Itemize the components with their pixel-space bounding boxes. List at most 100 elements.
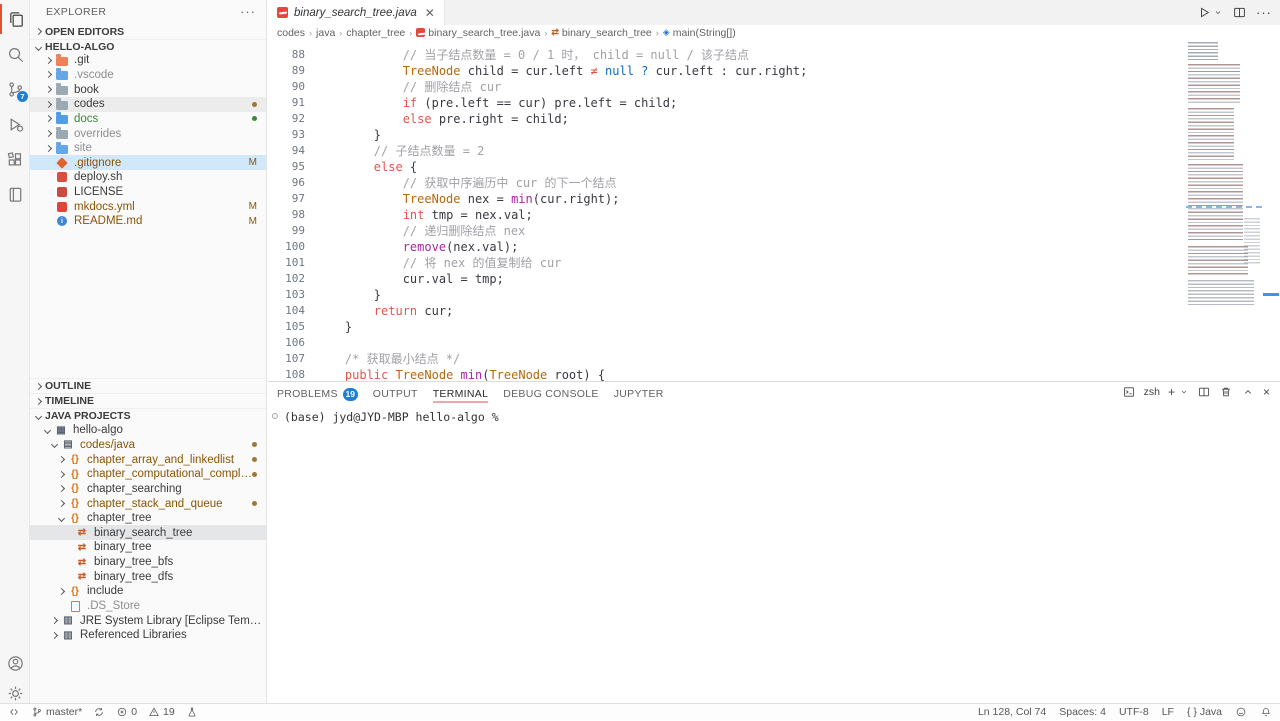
kill-terminal-icon[interactable]	[1219, 385, 1233, 399]
sidebar-title-row: EXPLORER ···	[30, 0, 266, 23]
activity-bar-source-control[interactable]: 7	[0, 74, 30, 104]
section-java-projects[interactable]: JAVA PROJECTS	[30, 408, 266, 423]
panel-tab-label: JUPYTER	[614, 388, 664, 400]
status-feedback[interactable]	[1235, 704, 1247, 721]
panel-tab-output[interactable]: OUTPUT	[373, 385, 418, 403]
tree-item-label: .DS_Store	[87, 600, 140, 612]
warning-icon	[148, 706, 160, 718]
code-line-98: 98 int tmp = nex.val;	[268, 191, 1186, 207]
status-errors[interactable]: 0	[116, 704, 137, 721]
folder-icon	[55, 112, 69, 125]
section-root-folder[interactable]: HELLO-ALGO	[30, 39, 266, 54]
code-area[interactable]: 88 // 当子结点数量 = 0 / 1 时， child = null / 该…	[268, 40, 1186, 381]
minimap[interactable]	[1186, 40, 1262, 381]
tree-item-chapter-tree[interactable]: {}chapter_tree	[30, 511, 266, 526]
shell-name[interactable]: zsh	[1144, 386, 1160, 398]
terminal[interactable]: (base) jyd@JYD-MBP hello-algo %	[272, 410, 1280, 703]
tree-item-include[interactable]: {}include	[30, 584, 266, 599]
activity-bar-run-and-debug[interactable]	[0, 109, 30, 139]
status-cursor-position[interactable]: Ln 128, Col 74	[978, 704, 1046, 721]
chevron-icon	[58, 471, 65, 478]
new-terminal-icon[interactable]: +	[1168, 386, 1175, 398]
status-remote[interactable]	[8, 704, 20, 721]
breadcrumb-item[interactable]: binary_search_tree.java	[416, 27, 540, 39]
status-indentation[interactable]: Spaces: 4	[1059, 704, 1106, 721]
terminal-prompt: (base) jyd@JYD-MBP hello-algo %	[272, 410, 1280, 424]
panel-tab-debug-console[interactable]: DEBUG CONSOLE	[503, 385, 599, 403]
activity-bar-search[interactable]	[0, 39, 30, 69]
editor-actions: ···	[1197, 0, 1272, 25]
split-editor-icon[interactable]	[1232, 5, 1247, 20]
panel-tab-label: OUTPUT	[373, 388, 418, 400]
tree-item--vscode[interactable]: .vscode	[30, 68, 266, 83]
tree-item-site[interactable]: site	[30, 141, 266, 156]
status-git-branch[interactable]: master*	[31, 704, 82, 721]
tree-item-docs[interactable]: docs	[30, 112, 266, 127]
breadcrumb-item[interactable]: ◈main(String[])	[663, 27, 736, 39]
tree-item-binary-tree[interactable]: ⇄binary_tree	[30, 540, 266, 555]
status-eol[interactable]: LF	[1162, 704, 1174, 721]
overview-ruler[interactable]	[1262, 40, 1280, 381]
status-tests[interactable]	[186, 704, 198, 721]
panel-actions: zsh + ×	[1122, 385, 1270, 399]
tree-item-chapter-array-and-linkedlist[interactable]: {}chapter_array_and_linkedlist	[30, 452, 266, 467]
tree-item-binary-search-tree[interactable]: ⇄binary_search_tree	[30, 525, 266, 540]
breadcrumb-item[interactable]: codes	[277, 27, 305, 39]
activity-bar-notebook[interactable]	[0, 179, 30, 209]
tree-item--ds-store[interactable]: .DS_Store	[30, 599, 266, 614]
tree-item-deploy-sh[interactable]: deploy.sh	[30, 170, 266, 185]
status-warnings[interactable]: 19	[148, 704, 175, 721]
tab-binary-search-tree[interactable]: binary_search_tree.java ✕	[268, 0, 445, 25]
symbol-icon: {}	[68, 585, 82, 598]
tree-item-codes[interactable]: codes	[30, 97, 266, 112]
close-icon[interactable]: ✕	[425, 6, 435, 20]
more-actions-icon[interactable]: ···	[240, 4, 256, 19]
tree-item-binary-tree-bfs[interactable]: ⇄binary_tree_bfs	[30, 555, 266, 570]
tree-item-chapter-stack-and-queue[interactable]: {}chapter_stack_and_queue	[30, 496, 266, 511]
breadcrumb-item[interactable]: chapter_tree	[346, 27, 405, 39]
search-icon	[6, 45, 25, 64]
status-encoding[interactable]: UTF-8	[1119, 704, 1149, 721]
code-line-102: 102 cur.val = tmp;	[268, 255, 1186, 271]
terminal-dropdown-icon[interactable]	[1179, 385, 1189, 399]
tree-item-jre-system-library-eclipse-temurin-17-17-[interactable]: ▥JRE System Library [Eclipse Temurin 17 …	[30, 613, 266, 628]
tree-item-overrides[interactable]: overrides	[30, 126, 266, 141]
tree-item-chapter-searching[interactable]: {}chapter_searching	[30, 482, 266, 497]
tree-item-codes-java[interactable]: ▤codes/java	[30, 438, 266, 453]
tree-item--gitignore[interactable]: .gitignoreM	[30, 155, 266, 170]
tree-item-mkdocs-yml[interactable]: mkdocs.ymlM	[30, 199, 266, 214]
code-line-105: 105 }	[268, 303, 1186, 319]
section-open-editors[interactable]: OPEN EDITORS	[30, 24, 266, 39]
panel-tab-terminal[interactable]: TERMINAL	[433, 385, 489, 403]
run-dropdown-icon[interactable]	[1213, 5, 1223, 20]
section-timeline[interactable]: TIMELINE	[30, 393, 266, 408]
tree-item-license[interactable]: LICENSE	[30, 185, 266, 200]
activity-bar-explorer[interactable]	[0, 4, 30, 34]
close-panel-icon[interactable]: ×	[1263, 386, 1270, 398]
status-notifications[interactable]	[1260, 704, 1272, 721]
panel-tab-jupyter[interactable]: JUPYTER	[614, 385, 664, 403]
method-icon: ◈	[663, 27, 670, 38]
more-actions-icon[interactable]: ···	[1256, 5, 1272, 20]
tree-item-binary-tree-dfs[interactable]: ⇄binary_tree_dfs	[30, 569, 266, 584]
tree-item-hello-algo[interactable]: ▦hello-algo	[30, 423, 266, 438]
class-icon: ⇄	[551, 27, 559, 38]
split-terminal-icon[interactable]	[1197, 385, 1211, 399]
status-language-mode[interactable]: { } Java	[1187, 704, 1222, 721]
tree-item-label: book	[74, 84, 99, 96]
breadcrumb-item[interactable]: java	[316, 27, 335, 39]
tree-item-readme-md[interactable]: iREADME.mdM	[30, 214, 266, 229]
panel-tab-problems[interactable]: PROBLEMS19	[277, 385, 358, 403]
tree-item--git[interactable]: .git	[30, 53, 266, 68]
tree-item-book[interactable]: book	[30, 82, 266, 97]
run-button[interactable]	[1197, 5, 1212, 20]
breadcrumb-item[interactable]: ⇄binary_search_tree	[551, 27, 651, 39]
tree-item-chapter-computational-complexity[interactable]: {}chapter_computational_complexity	[30, 467, 266, 482]
status-sync[interactable]	[93, 704, 105, 721]
section-outline[interactable]: OUTLINE	[30, 378, 266, 393]
activity-bar-extensions[interactable]	[0, 144, 30, 174]
activity-bar-account[interactable]	[0, 648, 30, 678]
maximize-panel-icon[interactable]	[1241, 385, 1255, 399]
tree-item-referenced-libraries[interactable]: ▥Referenced Libraries	[30, 628, 266, 643]
tree-item-label: JRE System Library [Eclipse Temurin 17 […	[80, 615, 266, 627]
